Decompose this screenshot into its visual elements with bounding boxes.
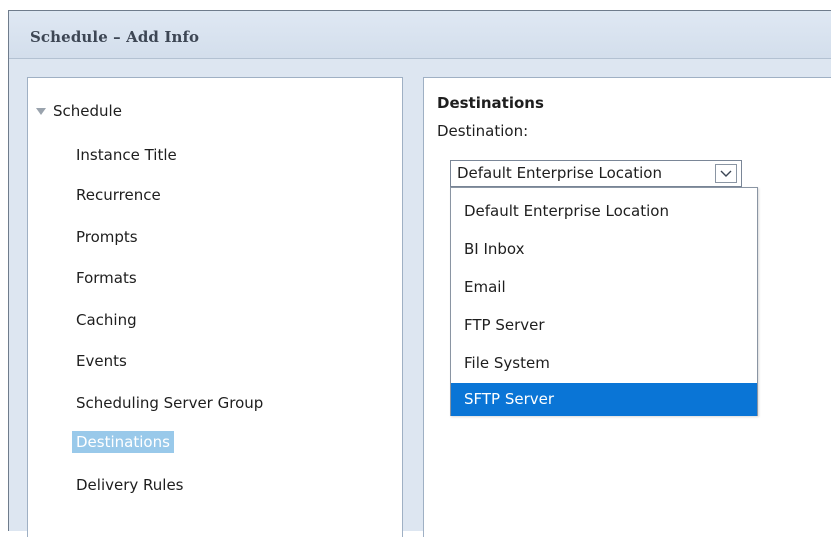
tree-item-formats[interactable]: Formats [72,267,141,289]
tree-item-prompts[interactable]: Prompts [72,226,142,248]
tree-item-destinations[interactable]: Destinations [72,431,174,453]
destinations-panel: Destinations Destination: Default Enterp… [423,77,831,537]
tree-item-scheduling-server-group[interactable]: Scheduling Server Group [72,392,267,414]
navigation-panel: Schedule Instance Title Recurrence Promp… [27,77,403,537]
schedule-dialog: Schedule – Add Info Schedule Instance Ti… [8,10,831,537]
tree-root-schedule[interactable]: Schedule [36,102,122,120]
tree-item-events[interactable]: Events [72,350,131,372]
dropdown-option-email[interactable]: Email [451,269,757,306]
destination-select-value: Default Enterprise Location [457,164,662,182]
title-bar: Schedule – Add Info [9,11,831,59]
dropdown-option-sftp-server[interactable]: SFTP Server [451,383,757,416]
dropdown-option-file-system[interactable]: File System [451,345,757,382]
tree-item-delivery-rules[interactable]: Delivery Rules [72,474,188,496]
tree-item-instance-title[interactable]: Instance Title [72,144,181,166]
destination-select[interactable]: Default Enterprise Location [450,160,742,187]
tree-root-label: Schedule [53,102,122,120]
dropdown-option-default-enterprise-location[interactable]: Default Enterprise Location [451,193,757,230]
dropdown-option-bi-inbox[interactable]: BI Inbox [451,231,757,268]
triangle-down-icon[interactable] [36,108,46,115]
section-title: Destinations [437,94,544,112]
dialog-title: Schedule – Add Info [30,28,200,46]
destination-label: Destination: [437,122,529,140]
tree-item-caching[interactable]: Caching [72,309,141,331]
tree-item-recurrence[interactable]: Recurrence [72,184,165,206]
destination-dropdown-list: Default Enterprise Location BI Inbox Ema… [450,187,758,416]
chevron-down-icon[interactable] [715,164,737,183]
dropdown-option-ftp-server[interactable]: FTP Server [451,307,757,344]
